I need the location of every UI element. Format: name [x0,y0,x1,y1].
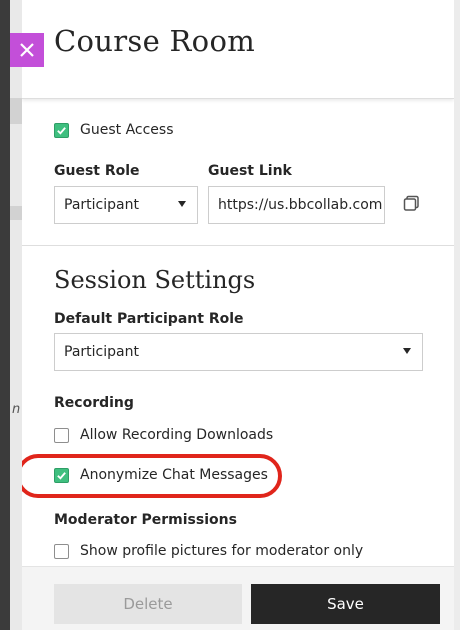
chevron-down-icon [178,201,186,207]
anonymize-chat-checkbox[interactable] [54,467,69,483]
background-right-edge [454,0,460,630]
guest-role-value: Participant [64,197,139,213]
guest-access-toggle[interactable]: Guest Access [54,122,174,138]
guest-role-select[interactable]: Participant [54,186,198,224]
guest-access-label: Guest Access [80,122,174,138]
close-button[interactable] [10,33,44,67]
delete-button[interactable]: Delete [54,584,242,624]
background-page-content: n [10,0,22,630]
background-band [10,206,22,220]
background-page-edge [0,0,10,630]
moderator-permissions-label: Moderator Permissions [54,512,237,528]
background-text: n [12,402,21,417]
guest-link-value: https://us.bbcollab.com [218,197,383,213]
guest-access-checkbox[interactable] [54,122,69,138]
guest-role-label: Guest Role [54,163,140,179]
default-role-label: Default Participant Role [54,311,244,327]
copy-link-button[interactable] [402,194,422,214]
anonymize-chat-label: Anonymize Chat Messages [80,467,268,483]
copy-icon [403,195,419,211]
anonymize-chat-toggle[interactable]: Anonymize Chat Messages [54,467,268,483]
course-room-panel: Course Room Guest Access Guest Role Gues… [22,0,454,630]
recording-label: Recording [54,395,134,411]
default-role-select[interactable]: Participant [54,333,423,371]
save-button[interactable]: Save [251,584,440,624]
checkmark-icon [57,471,66,480]
page-title: Course Room [54,24,256,58]
close-icon [20,43,34,57]
section-title: Session Settings [54,266,256,294]
guest-link-field[interactable]: https://us.bbcollab.com [208,186,385,224]
allow-downloads-label: Allow Recording Downloads [80,427,274,443]
allow-downloads-toggle[interactable]: Allow Recording Downloads [54,427,273,443]
panel-header: Course Room [22,0,454,99]
profile-pictures-toggle[interactable]: Show profile pictures for moderator only [54,543,363,559]
checkmark-icon [57,126,66,135]
section-divider [22,245,454,246]
profile-pictures-label: Show profile pictures for moderator only [80,543,364,559]
chevron-down-icon [403,348,411,354]
profile-pictures-checkbox[interactable] [54,543,69,559]
guest-link-label: Guest Link [208,163,292,179]
default-role-value: Participant [64,344,139,360]
panel-footer: Delete Save [22,566,454,630]
allow-downloads-checkbox[interactable] [54,427,69,443]
background-band [10,98,22,124]
